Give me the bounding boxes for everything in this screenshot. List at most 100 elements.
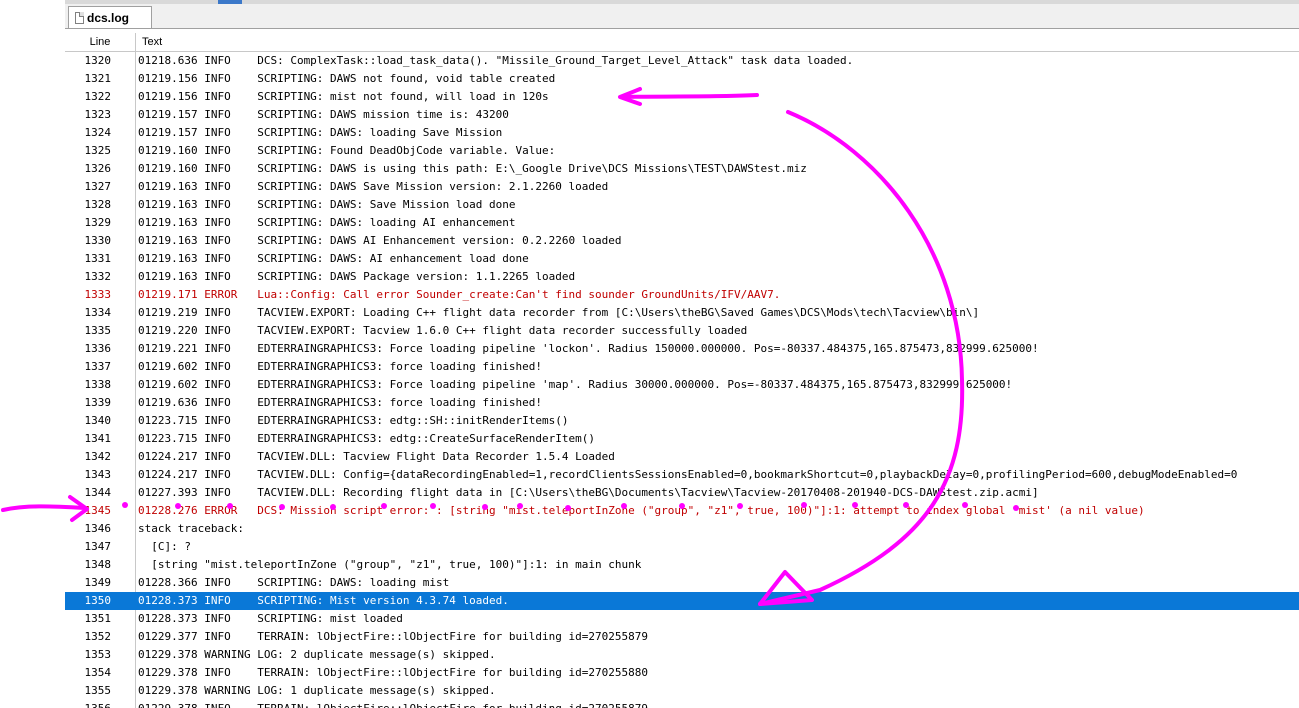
- line-number: 1349: [84, 576, 112, 589]
- log-row[interactable]: 1333 01219.171 ERROR Lua::Config: Call er…: [65, 286, 1299, 304]
- log-row[interactable]: 1348 [string "mist.teleportInZone ("grou…: [65, 556, 1299, 574]
- line-number: 1331: [84, 252, 112, 265]
- log-text: stack traceback:: [138, 522, 244, 535]
- log-row[interactable]: 1344 01227.393 INFO TACVIEW.DLL: Recordin…: [65, 484, 1299, 502]
- log-row[interactable]: 1345 01228.276 ERROR DCS: Mission script …: [65, 502, 1299, 520]
- log-row[interactable]: 1325 01219.160 INFO SCRIPTING: Found Dead…: [65, 142, 1299, 160]
- log-row[interactable]: 1335 01219.220 INFO TACVIEW.EXPORT: Tacvi…: [65, 322, 1299, 340]
- line-number: 1353: [84, 648, 112, 661]
- log-text: 01219.171 ERROR Lua::Config: Call error …: [138, 288, 781, 301]
- line-number: 1343: [84, 468, 112, 481]
- log-text: 01219.602 INFO EDTERRAINGRAPHICS3: force…: [138, 360, 542, 373]
- log-text: 01219.163 INFO SCRIPTING: DAWS: Save Mis…: [138, 198, 516, 211]
- log-row[interactable]: 1329 01219.163 INFO SCRIPTING: DAWS: load…: [65, 214, 1299, 232]
- log-row[interactable]: 1350 01228.373 INFO SCRIPTING: Mist versi…: [65, 592, 1299, 610]
- log-row[interactable]: 1322 01219.156 INFO SCRIPTING: mist not f…: [65, 88, 1299, 106]
- log-row[interactable]: 1326 01219.160 INFO SCRIPTING: DAWS is us…: [65, 160, 1299, 178]
- log-list[interactable]: 1320 01218.636 INFO DCS: ComplexTask::loa…: [65, 52, 1299, 708]
- toolbar-highlight: [218, 0, 242, 4]
- log-text: 01228.373 INFO SCRIPTING: mist loaded: [138, 612, 403, 625]
- log-row[interactable]: 1323 01219.157 INFO SCRIPTING: DAWS missi…: [65, 106, 1299, 124]
- line-number: 1330: [84, 234, 112, 247]
- line-number: 1323: [84, 108, 112, 121]
- log-row[interactable]: 1340 01223.715 INFO EDTERRAINGRAPHICS3: e…: [65, 412, 1299, 430]
- log-text: [C]: ?: [138, 540, 191, 553]
- line-number: 1335: [84, 324, 112, 337]
- tab-dcs-log[interactable]: dcs.log: [68, 6, 152, 28]
- log-text: 01219.636 INFO EDTERRAINGRAPHICS3: force…: [138, 396, 542, 409]
- line-number: 1352: [84, 630, 112, 643]
- log-text: 01228.373 INFO SCRIPTING: Mist version 4…: [138, 594, 509, 607]
- log-text: 01219.157 INFO SCRIPTING: DAWS mission t…: [138, 108, 509, 121]
- tab-label: dcs.log: [87, 10, 130, 25]
- line-number: 1334: [84, 306, 112, 319]
- line-number: 1329: [84, 216, 112, 229]
- log-row[interactable]: 1338 01219.602 INFO EDTERRAINGRAPHICS3: F…: [65, 376, 1299, 394]
- line-number: 1338: [84, 378, 112, 391]
- column-header-line[interactable]: Line: [65, 33, 136, 51]
- line-number: 1341: [84, 432, 112, 445]
- log-row[interactable]: 1342 01224.217 INFO TACVIEW.DLL: Tacview …: [65, 448, 1299, 466]
- log-text: 01219.220 INFO TACVIEW.EXPORT: Tacview 1…: [138, 324, 748, 337]
- line-number: 1333: [84, 288, 112, 301]
- line-number: 1332: [84, 270, 112, 283]
- log-text: 01219.160 INFO SCRIPTING: Found DeadObjC…: [138, 144, 556, 157]
- line-number: 1324: [84, 126, 112, 139]
- line-number: 1327: [84, 180, 112, 193]
- line-number: 1348: [84, 558, 112, 571]
- log-row[interactable]: 1353 01229.378 WARNING LOG: 2 duplicate m…: [65, 646, 1299, 664]
- log-text: 01223.715 INFO EDTERRAINGRAPHICS3: edtg:…: [138, 414, 569, 427]
- log-row[interactable]: 1341 01223.715 INFO EDTERRAINGRAPHICS3: e…: [65, 430, 1299, 448]
- log-text: 01219.163 INFO SCRIPTING: DAWS Package v…: [138, 270, 576, 283]
- log-row[interactable]: 1336 01219.221 INFO EDTERRAINGRAPHICS3: F…: [65, 340, 1299, 358]
- log-row[interactable]: 1343 01224.217 INFO TACVIEW.DLL: Config={…: [65, 466, 1299, 484]
- log-row[interactable]: 1346 stack traceback:: [65, 520, 1299, 538]
- log-text: 01224.217 INFO TACVIEW.DLL: Config={data…: [138, 468, 1238, 481]
- log-text: 01229.378 INFO TERRAIN: lObjectFire::lOb…: [138, 700, 648, 708]
- line-number: 1325: [84, 144, 112, 157]
- line-number: 1320: [84, 54, 112, 67]
- top-toolbar-strip: [65, 0, 1299, 4]
- column-header: Line Text: [65, 33, 1299, 52]
- line-number: 1339: [84, 396, 112, 409]
- log-text: 01219.602 INFO EDTERRAINGRAPHICS3: Force…: [138, 378, 1013, 391]
- log-row[interactable]: 1356 01229.378 INFO TERRAIN: lObjectFire:…: [65, 700, 1299, 708]
- line-number: 1321: [84, 72, 112, 85]
- log-text: 01228.276 ERROR DCS: Mission script erro…: [138, 504, 1145, 517]
- log-row[interactable]: 1328 01219.163 INFO SCRIPTING: DAWS: Save…: [65, 196, 1299, 214]
- log-row[interactable]: 1355 01229.378 WARNING LOG: 1 duplicate m…: [65, 682, 1299, 700]
- log-row[interactable]: 1330 01219.163 INFO SCRIPTING: DAWS AI En…: [65, 232, 1299, 250]
- log-row[interactable]: 1327 01219.163 INFO SCRIPTING: DAWS Save …: [65, 178, 1299, 196]
- log-row[interactable]: 1321 01219.156 INFO SCRIPTING: DAWS not f…: [65, 70, 1299, 88]
- document-icon: [75, 11, 84, 24]
- log-text: 01219.163 INFO SCRIPTING: DAWS: AI enhan…: [138, 252, 529, 265]
- line-number: 1351: [84, 612, 112, 625]
- log-row[interactable]: 1352 01229.377 INFO TERRAIN: lObjectFire:…: [65, 628, 1299, 646]
- line-number: 1337: [84, 360, 112, 373]
- log-row[interactable]: 1347 [C]: ?: [65, 538, 1299, 556]
- log-row[interactable]: 1320 01218.636 INFO DCS: ComplexTask::loa…: [65, 52, 1299, 70]
- line-number: 1355: [84, 684, 112, 697]
- log-text: 01219.156 INFO SCRIPTING: DAWS not found…: [138, 72, 556, 85]
- log-row[interactable]: 1331 01219.163 INFO SCRIPTING: DAWS: AI e…: [65, 250, 1299, 268]
- log-row[interactable]: 1349 01228.366 INFO SCRIPTING: DAWS: load…: [65, 574, 1299, 592]
- log-text: 01219.221 INFO EDTERRAINGRAPHICS3: Force…: [138, 342, 1039, 355]
- log-text: 01228.366 INFO SCRIPTING: DAWS: loading …: [138, 576, 450, 589]
- column-header-text[interactable]: Text: [142, 33, 162, 51]
- log-row[interactable]: 1337 01219.602 INFO EDTERRAINGRAPHICS3: f…: [65, 358, 1299, 376]
- line-number: 1326: [84, 162, 112, 175]
- log-row[interactable]: 1339 01219.636 INFO EDTERRAINGRAPHICS3: f…: [65, 394, 1299, 412]
- log-text: 01229.378 INFO TERRAIN: lObjectFire::lOb…: [138, 666, 648, 679]
- log-text: 01219.157 INFO SCRIPTING: DAWS: loading …: [138, 126, 503, 139]
- log-row[interactable]: 1351 01228.373 INFO SCRIPTING: mist loade…: [65, 610, 1299, 628]
- log-row[interactable]: 1354 01229.378 INFO TERRAIN: lObjectFire:…: [65, 664, 1299, 682]
- log-row[interactable]: 1334 01219.219 INFO TACVIEW.EXPORT: Loadi…: [65, 304, 1299, 322]
- line-number: 1336: [84, 342, 112, 355]
- line-number: 1350: [84, 594, 112, 607]
- log-text: 01224.217 INFO TACVIEW.DLL: Tacview Flig…: [138, 450, 615, 463]
- log-row[interactable]: 1332 01219.163 INFO SCRIPTING: DAWS Packa…: [65, 268, 1299, 286]
- left-margin: [0, 0, 65, 708]
- log-text: 01219.163 INFO SCRIPTING: DAWS: loading …: [138, 216, 516, 229]
- line-number: 1322: [84, 90, 112, 103]
- log-row[interactable]: 1324 01219.157 INFO SCRIPTING: DAWS: load…: [65, 124, 1299, 142]
